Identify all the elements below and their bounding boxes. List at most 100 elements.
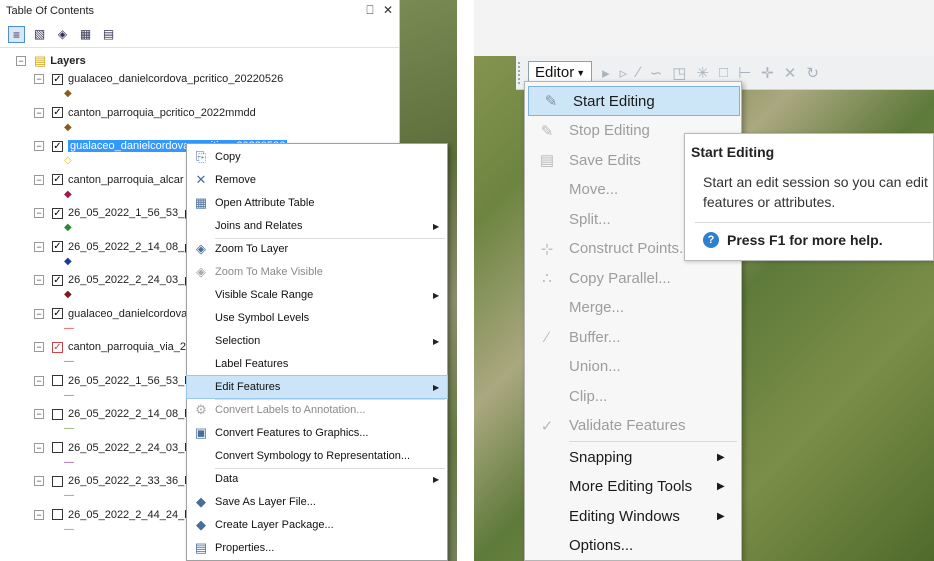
context-menu-item[interactable]: ▣ Convert Features to Graphics... xyxy=(187,422,447,444)
collapse-icon[interactable]: − xyxy=(34,275,44,285)
layer-name[interactable]: 26_05_2022_1_56_53_line xyxy=(68,375,201,387)
editor-menu-item[interactable]: ✎ Start Editing xyxy=(528,86,740,116)
context-menu-item[interactable]: ⎘ Copy xyxy=(187,146,447,168)
edit-annotation-tool-icon[interactable]: ▹ xyxy=(620,64,628,82)
list-by-source-icon[interactable]: ▧ xyxy=(31,26,48,43)
collapse-icon[interactable]: − xyxy=(34,141,44,151)
cut-polygons-icon[interactable]: ✛ xyxy=(761,64,774,82)
editor-menu-item[interactable]: ✓ Validate Features xyxy=(525,411,741,441)
list-by-visibility-icon[interactable]: ◈ xyxy=(54,26,71,43)
layer-name[interactable]: canton_parroquia_via_2 xyxy=(68,341,186,353)
context-menu-item[interactable]: ▦ Open Attribute Table xyxy=(187,192,447,214)
layer-visibility-checkbox[interactable] xyxy=(52,509,63,520)
list-by-drawing-order-icon[interactable]: ≡ xyxy=(8,26,25,43)
layer-row[interactable]: − ✓ 26_05_2022_2_24_03_pu xyxy=(34,271,196,289)
collapse-icon[interactable]: − xyxy=(34,442,44,453)
context-menu-item[interactable]: ◈ Zoom To Make Visible xyxy=(187,261,447,283)
layer-row[interactable]: − 26_05_2022_2_24_03_line xyxy=(34,439,201,457)
layer-visibility-checkbox[interactable]: ✓ xyxy=(52,241,63,252)
layer-visibility-checkbox[interactable]: ✓ xyxy=(52,274,63,286)
layer-name[interactable]: 26_05_2022_2_33_36_line xyxy=(68,475,201,487)
layers-root[interactable]: − ▤ Layers xyxy=(16,52,86,70)
context-menu-item[interactable]: ◈ Zoom To Layer xyxy=(187,238,447,260)
context-menu-item[interactable]: Joins and Relates ▶ xyxy=(187,215,447,237)
editor-menu-item[interactable]: Options... xyxy=(525,531,741,561)
layer-name[interactable]: 26_05_2022_2_24_03_line xyxy=(68,442,201,454)
collapse-icon[interactable]: − xyxy=(16,56,26,66)
layer-name[interactable]: 26_05_2022_2_44_24_line xyxy=(68,509,201,521)
layer-visibility-checkbox[interactable]: ✓ xyxy=(52,73,63,85)
collapse-icon[interactable]: − xyxy=(34,375,44,386)
editor-menu-item[interactable]: More Editing Tools ▶ xyxy=(525,472,741,502)
collapse-icon[interactable]: − xyxy=(34,342,44,352)
layer-visibility-checkbox[interactable]: ✓ xyxy=(52,140,63,152)
layer-row[interactable]: − 26_05_2022_2_33_36_line xyxy=(34,472,201,490)
list-by-selection-icon[interactable]: ▦ xyxy=(77,26,94,43)
layer-name[interactable]: 26_05_2022_1_56_53_pu xyxy=(68,207,196,219)
edit-tool-icon[interactable]: ▸ xyxy=(602,64,610,82)
layer-name[interactable]: canton_parroquia_pcritico_2022mmdd xyxy=(68,107,256,119)
context-menu-item[interactable]: Edit Features ▶ xyxy=(186,375,448,399)
context-menu-item[interactable]: Label Features xyxy=(187,353,447,375)
editor-menu-item[interactable]: Snapping ▶ xyxy=(525,442,741,472)
collapse-icon[interactable]: − xyxy=(34,74,44,84)
collapse-icon[interactable]: − xyxy=(34,241,44,252)
layer-name[interactable]: 26_05_2022_2_14_08_pu xyxy=(68,241,196,253)
collapse-icon[interactable]: − xyxy=(34,107,44,118)
context-menu-item[interactable]: Data ▶ xyxy=(187,468,447,490)
point-tool-icon[interactable]: ✳ xyxy=(696,64,709,82)
curve-segment-icon[interactable]: ∽ xyxy=(650,64,663,82)
layer-visibility-checkbox[interactable]: ✓ xyxy=(52,107,63,118)
trace-tool-icon[interactable]: ◳ xyxy=(672,64,686,82)
collapse-icon[interactable]: − xyxy=(34,308,44,319)
context-menu-item[interactable]: Selection ▶ xyxy=(187,330,447,352)
editor-menu-item[interactable]: ∴ Copy Parallel... xyxy=(525,263,741,293)
layer-visibility-warning-checkbox[interactable]: ✓ xyxy=(52,341,63,353)
layer-row[interactable]: − ✓ canton_parroquia_pcritico_2022mmdd xyxy=(34,104,256,122)
editor-menu-item[interactable]: Editing Windows ▶ xyxy=(525,501,741,531)
layer-row[interactable]: − ✓ 26_05_2022_1_56_53_pu xyxy=(34,204,196,222)
context-menu-item[interactable]: Convert Symbology to Representation... xyxy=(187,445,447,467)
context-menu-item[interactable]: ◆ Save As Layer File... xyxy=(187,491,447,513)
layer-row[interactable]: − ✓ gualaceo_danielcordova xyxy=(34,305,187,323)
editor-menu-item[interactable]: Merge... xyxy=(525,293,741,323)
collapse-icon[interactable]: − xyxy=(34,509,44,520)
split-tool-icon[interactable]: ✕ xyxy=(784,64,797,82)
close-icon[interactable]: ✕ xyxy=(383,3,393,17)
context-menu-item[interactable]: ◆ Create Layer Package... xyxy=(187,514,447,536)
layer-visibility-checkbox[interactable]: ✓ xyxy=(52,207,63,219)
layer-visibility-checkbox[interactable]: ✓ xyxy=(52,308,63,319)
context-menu-item[interactable]: Use Symbol Levels xyxy=(187,307,447,329)
layer-row[interactable]: − 26_05_2022_1_56_53_line xyxy=(34,372,201,390)
context-menu-item[interactable]: ⚙ Convert Labels to Annotation... xyxy=(187,399,447,421)
layer-row[interactable]: − 26_05_2022_2_14_08_line xyxy=(34,405,201,423)
collapse-icon[interactable]: − xyxy=(34,174,44,185)
pin-icon[interactable]: ⎕ xyxy=(366,3,373,17)
options-icon[interactable]: ▤ xyxy=(100,26,117,43)
layer-name[interactable]: canton_parroquia_alcar xyxy=(68,174,184,186)
context-menu-item[interactable]: Visible Scale Range ▶ xyxy=(187,284,447,306)
layer-visibility-checkbox[interactable] xyxy=(52,375,63,386)
editor-menu-item[interactable]: Union... xyxy=(525,352,741,382)
rotate-tool-icon[interactable]: ↻ xyxy=(806,64,819,82)
layer-visibility-checkbox[interactable] xyxy=(52,408,63,420)
collapse-icon[interactable]: − xyxy=(34,208,44,218)
layer-row[interactable]: − ✓ canton_parroquia_via_2 xyxy=(34,338,186,356)
layer-name[interactable]: 26_05_2022_2_14_08_line xyxy=(68,408,201,420)
straight-segment-icon[interactable]: ∕ xyxy=(637,64,640,81)
reshape-icon[interactable]: ⊢ xyxy=(738,64,751,82)
layer-row[interactable]: − ✓ gualaceo_danielcordova_pcritico_202205… xyxy=(34,70,283,88)
layer-name[interactable]: gualaceo_danielcordova xyxy=(68,308,187,320)
context-menu-item[interactable]: ▤ Properties... xyxy=(187,537,447,559)
layer-visibility-checkbox[interactable] xyxy=(52,475,63,487)
layer-name[interactable]: gualaceo_danielcordova_pcritico_20220526 xyxy=(68,73,283,85)
layer-row[interactable]: − ✓ canton_parroquia_alcar xyxy=(34,171,184,189)
context-menu-item[interactable]: ✕ Remove xyxy=(187,169,447,191)
collapse-icon[interactable]: − xyxy=(34,476,44,486)
layer-row[interactable]: − 26_05_2022_2_44_24_line xyxy=(34,506,201,524)
editor-menu-item[interactable]: ∕ Buffer... xyxy=(525,322,741,352)
edit-vertices-icon[interactable]: □ xyxy=(719,64,728,81)
layer-visibility-checkbox[interactable] xyxy=(52,442,63,453)
layer-visibility-checkbox[interactable]: ✓ xyxy=(52,174,63,185)
collapse-icon[interactable]: − xyxy=(34,409,44,419)
